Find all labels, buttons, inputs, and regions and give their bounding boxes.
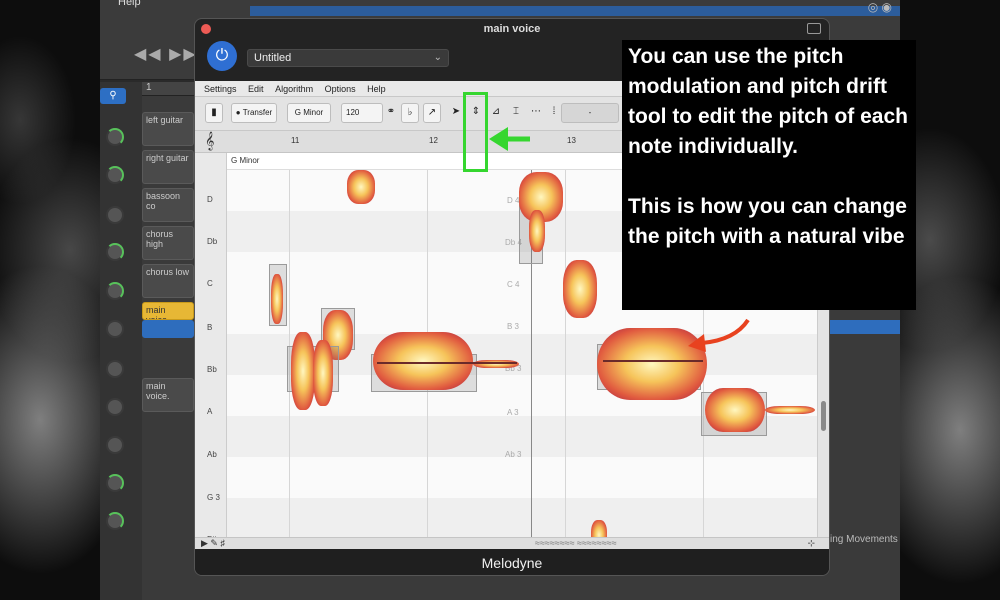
red-arrow — [688, 318, 750, 352]
green-arrow — [489, 127, 530, 151]
annotation-arrows — [489, 127, 750, 352]
